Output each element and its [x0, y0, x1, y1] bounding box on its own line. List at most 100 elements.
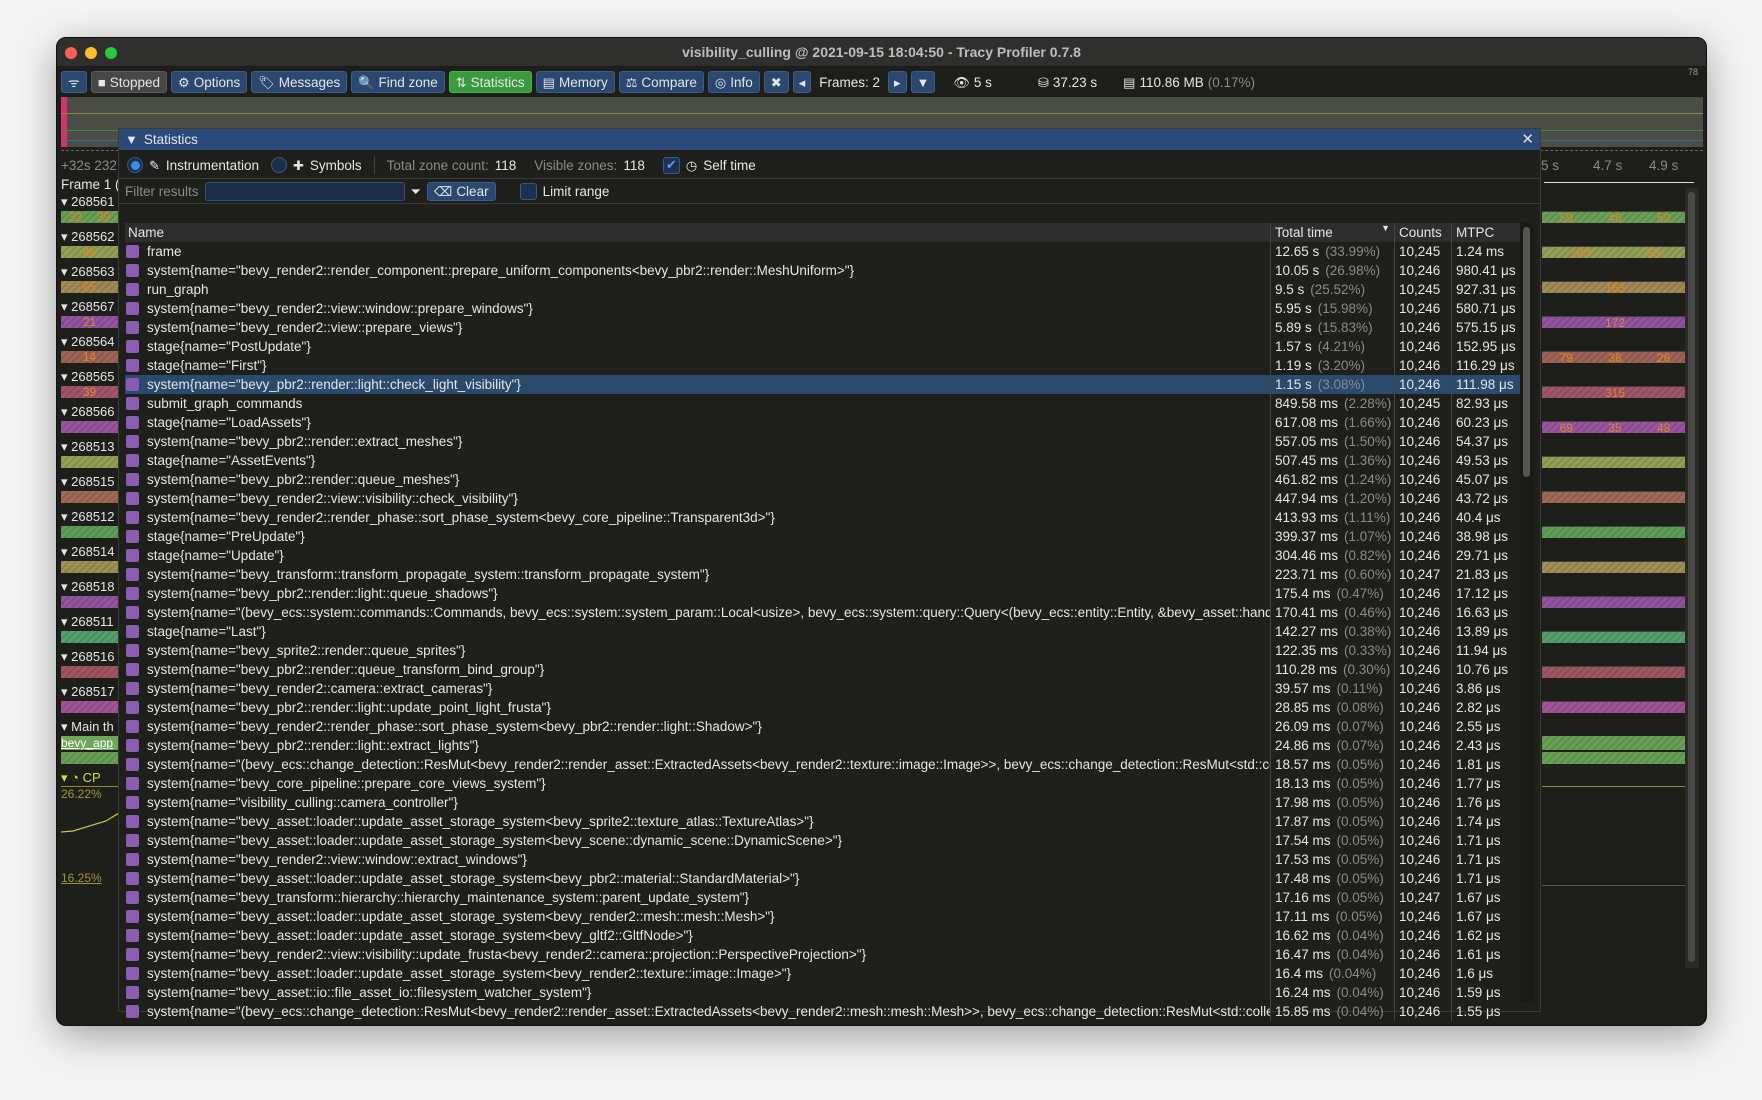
statistics-title-bar[interactable]: ▼ Statistics ✕ — [119, 129, 1540, 150]
zone-bar[interactable]: 172 — [1542, 316, 1688, 328]
table-row[interactable]: system{name="bevy_pbr2::render::extract_… — [125, 432, 1520, 451]
zone-bar[interactable]: 315 — [1542, 386, 1688, 398]
cpu-usage-label[interactable]: ▾ ◔ CP — [61, 770, 101, 786]
zone-bar[interactable] — [61, 701, 118, 713]
wifi-button[interactable]: ᯤ — [61, 71, 87, 93]
close-window-button[interactable] — [65, 47, 77, 59]
table-row[interactable]: system{name="bevy_pbr2::render::queue_me… — [125, 470, 1520, 489]
zone-bar[interactable] — [1542, 526, 1688, 538]
instrumentation-radio[interactable] — [127, 157, 143, 173]
symbols-label[interactable]: Symbols — [310, 158, 362, 173]
messages-button[interactable]: 🏷 Messages — [251, 71, 348, 93]
table-row[interactable]: system{name="(bevy_ecs::change_detection… — [125, 755, 1520, 774]
table-row[interactable]: system{name="(bevy_ecs::change_detection… — [125, 1002, 1520, 1021]
limit-range-label[interactable]: Limit range — [543, 184, 610, 199]
thread-label[interactable]: ▾ 268515 — [61, 474, 115, 490]
thread-label[interactable]: ▾ 268563 — [61, 264, 115, 280]
zone-bar[interactable]: 79 36 26 — [1542, 351, 1688, 363]
tools-button[interactable]: ✖ — [763, 71, 789, 93]
zone-bar[interactable] — [1542, 456, 1688, 468]
self-time-label[interactable]: Self time — [703, 158, 756, 173]
column-header-counts[interactable]: Counts — [1395, 223, 1452, 242]
zone-bar[interactable] — [61, 456, 118, 468]
zone-bar[interactable] — [61, 561, 118, 573]
table-row[interactable]: stage{name="Last"} 142.27 ms (0.38%) 10,2… — [125, 622, 1520, 641]
table-row[interactable]: system{name="visibility_culling::camera_… — [125, 793, 1520, 812]
table-row[interactable]: system{name="bevy_render2::view::window:… — [125, 850, 1520, 869]
zone-bar[interactable] — [1542, 596, 1688, 608]
zone-bar[interactable] — [61, 491, 118, 503]
table-row[interactable]: system{name="bevy_sprite2::render::queue… — [125, 641, 1520, 660]
table-row[interactable]: system{name="bevy_render2::view::window:… — [125, 299, 1520, 318]
zone-bar[interactable]: 59 46 59 — [1542, 211, 1688, 223]
self-time-checkbox[interactable]: ✔ — [662, 156, 680, 174]
table-row[interactable]: system{name="bevy_asset::io::file_asset_… — [125, 983, 1520, 1002]
statistics-button[interactable]: ⇅ Statistics — [448, 71, 532, 93]
table-row[interactable]: system{name="bevy_render2::view::prepare… — [125, 318, 1520, 337]
main-zone-bar[interactable] — [1542, 736, 1688, 750]
memory-button[interactable]: ▤ Memory — [535, 71, 615, 93]
scrollbar-thumb[interactable] — [1688, 192, 1695, 962]
prev-frame-button[interactable]: ◂ — [792, 71, 812, 93]
thread-label[interactable]: ▾ 268514 — [61, 544, 115, 560]
thread-label[interactable]: ▾ 268513 — [61, 439, 115, 455]
table-row[interactable]: system{name="bevy_pbr2::render::light::u… — [125, 698, 1520, 717]
zone-bar[interactable] — [1542, 701, 1688, 713]
zone-bar[interactable]: 14 — [61, 351, 118, 363]
main-zone-bar[interactable]: bevy_app — [61, 736, 118, 750]
table-row[interactable]: stage{name="Update"} 304.46 ms (0.82%) 10… — [125, 546, 1520, 565]
thread-label[interactable]: ▾ 268517 — [61, 684, 115, 700]
table-row[interactable]: system{name="bevy_asset::loader::update_… — [125, 964, 1520, 983]
table-row[interactable]: system{name="bevy_render2::render_phase:… — [125, 508, 1520, 527]
thread-label[interactable]: ▾ 268511 — [61, 614, 114, 630]
table-row[interactable]: system{name="bevy_pbr2::render::light::e… — [125, 736, 1520, 755]
table-row[interactable]: system{name="bevy_asset::loader::update_… — [125, 831, 1520, 850]
zone-bar[interactable]: 163 — [1542, 281, 1688, 293]
table-row[interactable]: stage{name="PostUpdate"} 1.57 s (4.21%) 1… — [125, 337, 1520, 356]
zone-bar[interactable] — [1542, 666, 1688, 678]
column-header-name[interactable]: Name — [125, 223, 1271, 242]
thread-label[interactable]: ▾ 268516 — [61, 649, 115, 665]
table-row[interactable]: system{name="bevy_asset::loader::update_… — [125, 926, 1520, 945]
zone-bar[interactable]: 39 — [61, 386, 118, 398]
zone-bar[interactable] — [61, 526, 118, 538]
thread-label[interactable]: ▾ 268561 — [61, 194, 115, 210]
thread-label[interactable]: ▾ Main th — [61, 719, 114, 735]
frames-dropdown-button[interactable]: ▼ — [910, 71, 936, 93]
compare-button[interactable]: ⚖ Compare — [618, 71, 704, 93]
table-row[interactable]: stage{name="AssetEvents"} 507.45 ms (1.36… — [125, 451, 1520, 470]
symbols-radio[interactable] — [270, 157, 287, 173]
table-row[interactable]: system{name="bevy_render2::render_phase:… — [125, 717, 1520, 736]
zone-bar[interactable] — [61, 631, 118, 643]
next-frame-button[interactable]: ▸ — [888, 71, 907, 93]
table-row[interactable]: frame 12.65 s (33.99%) 10,245 1.24 ms — [125, 242, 1520, 261]
find-zone-button[interactable]: 🔍 Find zone — [351, 71, 445, 93]
table-row[interactable]: system{name="bevy_transform::hierarchy::… — [125, 888, 1520, 907]
thread-label[interactable]: ▾ 268565 — [61, 369, 115, 385]
instrumentation-label[interactable]: Instrumentation — [166, 158, 259, 173]
zone-bar[interactable]: 32 39 — [61, 211, 118, 223]
close-icon[interactable]: ✕ — [1521, 130, 1534, 148]
zone-bar[interactable] — [1542, 752, 1688, 764]
table-row[interactable]: system{name="bevy_render2::view::visibil… — [125, 489, 1520, 508]
table-row[interactable]: system{name="(bevy_ecs::system::commands… — [125, 603, 1520, 622]
table-row[interactable]: run_graph 9.5 s (25.52%) 10,245 927.31 μs — [125, 280, 1520, 299]
clear-button[interactable]: ⌫ Clear — [426, 181, 496, 201]
zone-bar[interactable] — [1542, 631, 1688, 643]
table-row[interactable]: stage{name="LoadAssets"} 617.08 ms (1.66%… — [125, 413, 1520, 432]
filter-input[interactable] — [204, 181, 405, 201]
zone-bar[interactable] — [61, 596, 118, 608]
zone-bar[interactable]: 21 — [61, 316, 118, 328]
zone-bar[interactable]: 180 53 — [1542, 246, 1688, 258]
options-button[interactable]: ⚙ Options — [171, 71, 248, 93]
table-row[interactable]: system{name="bevy_transform::transform_p… — [125, 565, 1520, 584]
table-row[interactable]: system{name="bevy_core_pipeline::prepare… — [125, 774, 1520, 793]
table-row[interactable]: system{name="bevy_pbr2::render::queue_tr… — [125, 660, 1520, 679]
zone-bar[interactable] — [1542, 561, 1688, 573]
table-row[interactable]: system{name="bevy_render2::render_compon… — [125, 261, 1520, 280]
info-button[interactable]: ◎ Info — [707, 71, 760, 93]
table-scrollbar[interactable] — [1520, 223, 1534, 1003]
thread-label[interactable]: ▾ 268562 — [61, 229, 115, 245]
timeline-scrollbar[interactable] — [1685, 188, 1699, 968]
table-row[interactable]: system{name="bevy_pbr2::render::light::q… — [125, 584, 1520, 603]
